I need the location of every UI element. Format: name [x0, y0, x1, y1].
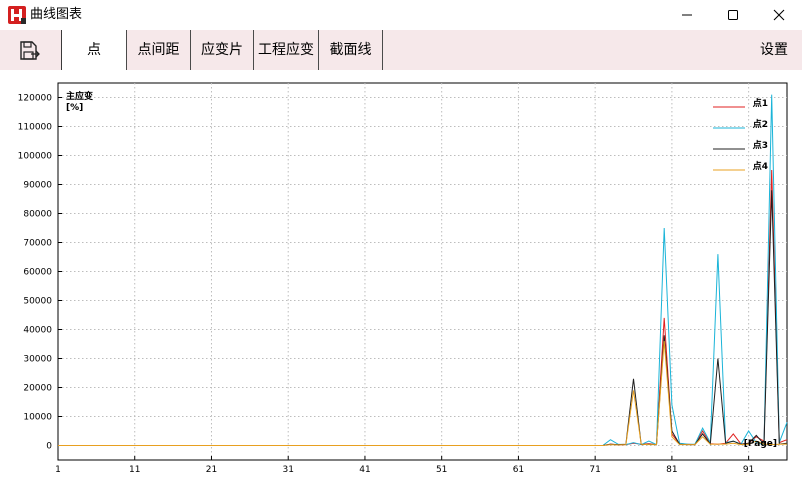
y-tick-label: 80000	[23, 210, 52, 220]
save-button[interactable]	[18, 40, 40, 62]
x-axis-label: [Page]	[744, 439, 777, 449]
tab-point[interactable]: 点	[61, 30, 127, 70]
tab-section-line[interactable]: 截面线	[318, 30, 383, 70]
close-icon	[773, 9, 785, 21]
legend-label: 点3	[753, 139, 768, 151]
y-tick-label: 120000	[18, 94, 53, 104]
y-tick-label: 90000	[23, 181, 52, 191]
toolbar: 点 点间距 应变片 工程应变 截面线 设置	[0, 30, 802, 70]
x-tick-label: 81	[666, 465, 677, 475]
tab-engineering-strain[interactable]: 工程应变	[253, 30, 319, 70]
legend-label: 点1	[753, 97, 768, 109]
title-bar: 曲线图表	[0, 0, 802, 30]
y-axis-label: 主应变	[66, 90, 93, 102]
y-tick-label: 10000	[23, 413, 52, 423]
x-tick-label: 1	[55, 465, 61, 475]
close-button[interactable]	[756, 0, 802, 30]
maximize-button[interactable]	[710, 0, 756, 30]
x-tick-label: 91	[743, 465, 754, 475]
app-logo-icon	[8, 6, 26, 24]
legend-label: 点4	[753, 160, 768, 172]
minimize-button[interactable]	[664, 0, 710, 30]
x-tick-label: 11	[129, 465, 140, 475]
x-tick-label: 31	[282, 465, 293, 475]
y-tick-label: 70000	[23, 239, 52, 249]
y-tick-label: 20000	[23, 384, 52, 394]
y-tick-label: 0	[46, 442, 52, 452]
x-tick-label: 41	[359, 465, 370, 475]
y-tick-label: 50000	[23, 297, 52, 307]
x-tick-label: 71	[589, 465, 600, 475]
x-tick-label: 21	[206, 465, 217, 475]
y-tick-label: 110000	[18, 123, 53, 133]
minimize-icon	[682, 14, 692, 16]
tab-point-distance[interactable]: 点间距	[126, 30, 191, 70]
y-tick-label: 60000	[23, 268, 52, 278]
save-icon	[20, 41, 40, 60]
strain-chart: 1 11 21 31 41 51 61 71 81 91 01000020000300004000…	[18, 82, 788, 475]
chart-panel: 1 11 21 31 41 51 61 71 81 91 0 10000 20000 30000 4000…	[0, 70, 802, 482]
x-tick-label: 51	[436, 465, 447, 475]
tab-strain-gauge[interactable]: 应变片	[190, 30, 254, 70]
x-tick-label: 61	[513, 465, 524, 475]
window-title: 曲线图表	[30, 7, 83, 22]
settings-button[interactable]: 设置	[760, 30, 788, 70]
y-tick-label: 100000	[18, 152, 53, 162]
maximize-icon	[728, 10, 738, 20]
y-tick-label: 40000	[23, 326, 52, 336]
y-tick-label: 30000	[23, 355, 52, 365]
y-axis-unit: [%]	[66, 103, 83, 113]
legend-label: 点2	[753, 118, 768, 130]
